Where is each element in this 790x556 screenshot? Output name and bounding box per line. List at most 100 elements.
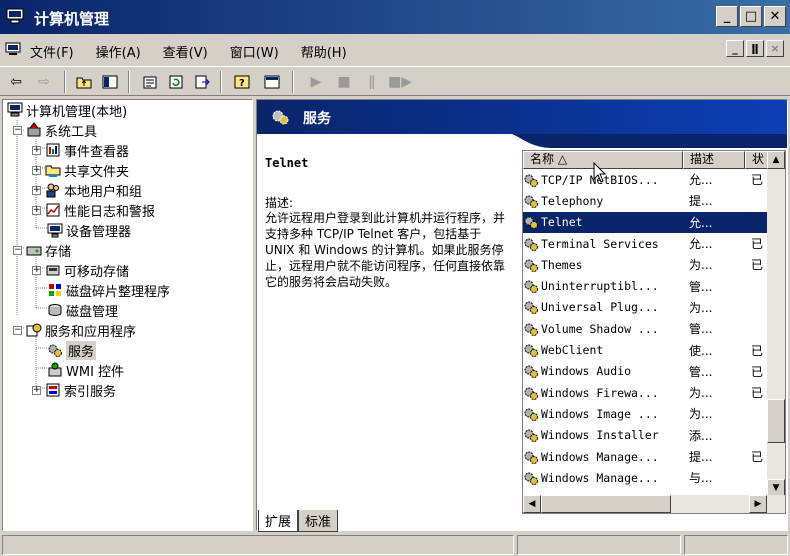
- removable-storage-icon: [46, 265, 60, 276]
- tree-item-wmi[interactable]: WMI 控件: [47, 360, 124, 380]
- expand-toggle[interactable]: +: [32, 185, 41, 195]
- mdi-restore-button[interactable]: ǁ: [746, 40, 764, 57]
- list-rows: TCP/IP NetBIOS... 允... 已 Telephony 提... Telne…: [523, 169, 767, 488]
- expand-toggle[interactable]: +: [32, 145, 41, 155]
- service-row[interactable]: Windows Audio 管... 已: [523, 361, 767, 382]
- tree-label: 索引服务: [64, 384, 117, 400]
- tree-item-shared-folders[interactable]: + 共享文件夹: [32, 160, 129, 180]
- service-name-cell: Themes: [523, 257, 683, 273]
- title-bar[interactable]: 计算机管理 _ □ ✕: [0, 0, 790, 34]
- menu-file[interactable]: 文件(F): [30, 42, 74, 61]
- tree-label: 设备管理器: [66, 224, 132, 240]
- show-hide-tree-icon[interactable]: [100, 73, 120, 91]
- expand-toggle[interactable]: +: [32, 385, 41, 395]
- collapse-toggle[interactable]: −: [13, 125, 22, 135]
- tree-label: 系统工具: [45, 124, 98, 140]
- tree-item-removable-storage[interactable]: + 可移动存储: [32, 260, 129, 280]
- service-gear-icon: [524, 429, 538, 443]
- tree-item-disk-management[interactable]: 磁盘管理: [47, 300, 118, 320]
- tree-item-local-users[interactable]: + 本地用户和组: [32, 180, 142, 200]
- tab-extended[interactable]: 扩展: [258, 510, 299, 532]
- menu-window[interactable]: 窗口(W): [230, 42, 279, 61]
- service-gear-icon: [524, 344, 538, 358]
- tree-item-storage[interactable]: − 存储: [13, 240, 71, 260]
- mdi-close-button[interactable]: ×: [766, 40, 784, 57]
- maximize-button[interactable]: □: [740, 6, 762, 27]
- service-row[interactable]: Telephony 提...: [523, 190, 767, 211]
- service-gear-icon: [524, 238, 538, 251]
- close-button[interactable]: ✕: [764, 6, 786, 27]
- menu-action[interactable]: 操作(A): [96, 42, 141, 61]
- status-bar: [0, 534, 790, 556]
- tree-item-defrag[interactable]: 磁盘碎片整理程序: [47, 280, 170, 300]
- collapse-toggle[interactable]: −: [13, 325, 22, 335]
- mdi-minimize-button[interactable]: _: [726, 40, 744, 57]
- tree-item-system-tools[interactable]: − 系统工具: [13, 120, 97, 140]
- service-row[interactable]: Volume Shadow ... 管...: [523, 318, 767, 339]
- tree-item-perf-logs[interactable]: + 性能日志和警报: [32, 200, 155, 220]
- expand-toggle[interactable]: +: [32, 165, 41, 175]
- tab-standard[interactable]: 标准: [298, 510, 339, 532]
- service-row[interactable]: Windows Installer 添...: [523, 425, 767, 446]
- service-row[interactable]: Telnet 允...: [523, 211, 767, 233]
- properties-icon[interactable]: [140, 73, 160, 91]
- scroll-up-arrow-icon[interactable]: ▲: [767, 151, 785, 169]
- expand-toggle[interactable]: +: [32, 265, 41, 275]
- tree-label: 共享文件夹: [64, 164, 130, 180]
- pause-service-icon[interactable]: ǁ: [362, 73, 382, 91]
- menu-help[interactable]: 帮助(H): [301, 42, 347, 61]
- vertical-scrollbar[interactable]: ▲ ▼: [767, 151, 785, 497]
- console-icon[interactable]: [5, 42, 21, 56]
- minimize-button[interactable]: _: [716, 6, 738, 27]
- export-list-icon[interactable]: [192, 73, 212, 91]
- service-row[interactable]: Terminal Services 允... 已: [523, 233, 767, 254]
- tree-item-indexing[interactable]: + 索引服务: [32, 380, 116, 400]
- service-gear-icon: [524, 408, 538, 421]
- tree-item-device-manager[interactable]: 设备管理器: [47, 220, 131, 240]
- service-desc-cell: 允...: [689, 237, 713, 252]
- refresh-icon[interactable]: [166, 73, 186, 91]
- tree-item-event-viewer[interactable]: + 事件查看器: [32, 140, 129, 160]
- service-row[interactable]: TCP/IP NetBIOS... 允... 已: [523, 169, 767, 190]
- service-name-text: Themes: [541, 257, 583, 272]
- service-row[interactable]: Windows Manage... 提... 已: [523, 446, 767, 467]
- service-desc-cell: 使...: [689, 343, 713, 358]
- start-service-icon[interactable]: ▶: [306, 73, 326, 91]
- collapse-toggle[interactable]: −: [13, 245, 22, 255]
- up-folder-icon[interactable]: [74, 73, 94, 91]
- service-name: Telnet: [265, 156, 309, 170]
- menu-view[interactable]: 查看(V): [163, 42, 208, 61]
- scroll-right-arrow-icon[interactable]: ▶: [749, 495, 767, 513]
- tree-item-services[interactable]: 服务: [47, 340, 97, 360]
- column-description-header[interactable]: 描述: [683, 151, 745, 169]
- forward-arrow-icon[interactable]: ⇨: [34, 73, 54, 91]
- column-status-header[interactable]: 状: [745, 151, 769, 169]
- tree-item-root[interactable]: 计算机管理(本地): [7, 100, 127, 120]
- service-name-text: Windows Installer: [541, 428, 659, 443]
- scroll-left-arrow-icon[interactable]: ◀: [523, 495, 541, 513]
- service-desc-cell: 允...: [689, 215, 713, 230]
- restart-service-icon[interactable]: ■▶: [388, 73, 412, 91]
- stop-service-icon[interactable]: ■: [334, 73, 354, 91]
- horizontal-scrollbar[interactable]: ◀ ▶: [523, 495, 785, 513]
- service-gear-icon: [524, 174, 538, 187]
- users-icon: [46, 183, 59, 198]
- service-name-text: Telephony: [541, 193, 604, 208]
- service-row[interactable]: Themes 为... 已: [523, 254, 767, 275]
- expand-toggle[interactable]: +: [32, 205, 41, 215]
- back-arrow-icon[interactable]: ⇦: [6, 73, 26, 91]
- service-row[interactable]: Windows Image ... 为...: [523, 403, 767, 424]
- service-row[interactable]: Windows Firewa... 为... 已: [523, 382, 767, 403]
- horizontal-scroll-thumb[interactable]: [541, 495, 671, 513]
- service-row[interactable]: Uninterruptibl... 管...: [523, 275, 767, 296]
- service-row[interactable]: Universal Plug... 为...: [523, 297, 767, 318]
- tree-item-services-apps[interactable]: − 服务和应用程序: [13, 320, 136, 340]
- service-row[interactable]: WebClient 使... 已: [523, 339, 767, 360]
- service-desc-cell: 管...: [689, 322, 713, 337]
- service-name-text: Volume Shadow ...: [541, 321, 659, 336]
- tree-label: 可移动存储: [64, 264, 130, 280]
- help-icon[interactable]: ?: [232, 73, 252, 91]
- vertical-scroll-thumb[interactable]: [767, 399, 785, 443]
- service-row[interactable]: Windows Manage... 与...: [523, 467, 767, 488]
- console-view-icon[interactable]: [262, 73, 282, 91]
